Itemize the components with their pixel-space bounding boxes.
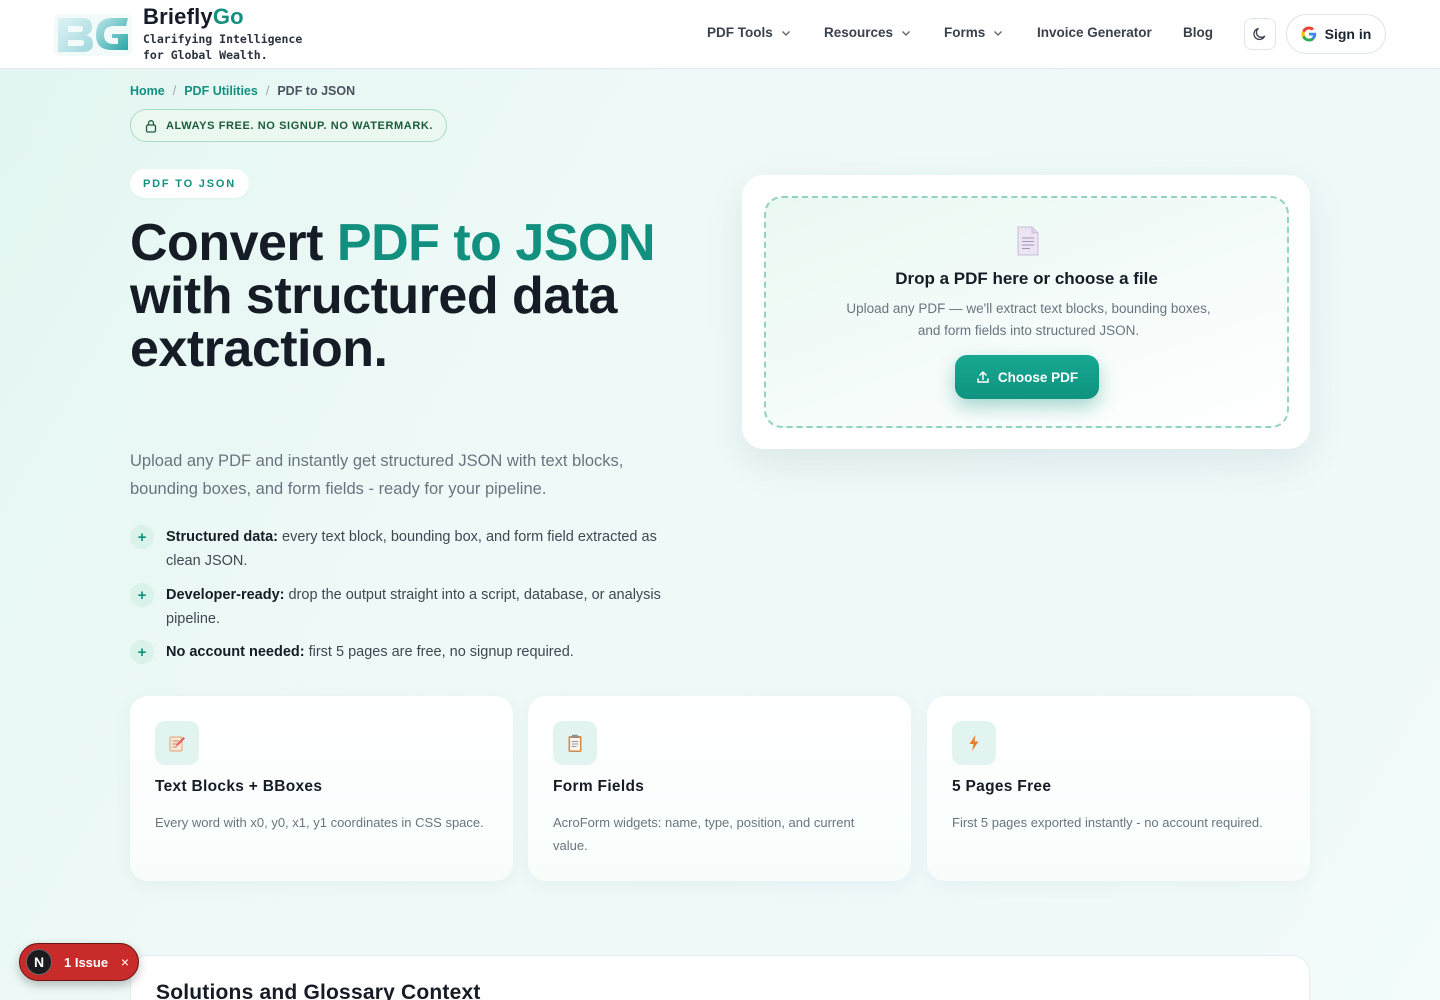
nav-invoice-generator[interactable]: Invoice Generator xyxy=(1037,25,1152,40)
brand-name: BrieflyGo xyxy=(143,4,244,29)
feature-card-form-fields: Form Fields AcroForm widgets: name, type… xyxy=(528,696,911,881)
chevron-down-icon xyxy=(902,30,911,36)
card-title: Text Blocks + BBoxes xyxy=(155,778,323,795)
nav-forms[interactable]: Forms xyxy=(944,25,1003,40)
hero-subtitle: Upload any PDF and instantly get structu… xyxy=(130,452,624,498)
feature-item: + Developer-ready: drop the output strai… xyxy=(130,583,690,631)
card-description: First 5 pages exported instantly - no ac… xyxy=(952,815,1263,830)
chevron-down-icon xyxy=(781,30,790,36)
breadcrumb-separator: / xyxy=(265,84,270,98)
solutions-section: Solutions and Glossary Context xyxy=(130,955,1310,1000)
google-icon xyxy=(1301,26,1316,42)
pdf-drop-zone[interactable]: Drop a PDF here or choose a file Upload … xyxy=(764,196,1289,428)
upload-card: Drop a PDF here or choose a file Upload … xyxy=(742,175,1310,449)
framework-logo-icon: N xyxy=(26,949,52,975)
breadcrumb-separator: / xyxy=(172,84,177,98)
choose-pdf-button[interactable]: Choose PDF xyxy=(955,355,1099,399)
lightning-icon xyxy=(952,721,996,765)
breadcrumb-current: PDF to JSON xyxy=(277,84,356,98)
nav-pdf-tools[interactable]: PDF Tools xyxy=(707,25,791,40)
free-badge: ALWAYS FREE. NO SIGNUP. NO WATERMARK. xyxy=(130,109,448,142)
nav-resources[interactable]: Resources xyxy=(824,25,911,40)
memo-icon xyxy=(155,721,199,765)
nav-blog[interactable]: Blog xyxy=(1183,25,1213,40)
issues-count[interactable]: 1 Issue xyxy=(64,955,108,970)
document-icon xyxy=(1017,226,1039,256)
feature-item: + Structured data: every text block, bou… xyxy=(130,525,690,573)
drop-zone-description: Upload any PDF — we'll extract text bloc… xyxy=(846,301,1211,338)
breadcrumb-pdf-utilities[interactable]: PDF Utilities xyxy=(184,84,258,98)
site-header: BrieflyGo Clarifying Intelligence for Gl… xyxy=(0,0,1440,69)
brand[interactable]: BrieflyGo Clarifying Intelligence for Gl… xyxy=(143,4,302,63)
theme-toggle-button[interactable] xyxy=(1244,18,1276,50)
sign-in-button[interactable]: Sign in xyxy=(1286,14,1386,54)
breadcrumb: Home / PDF Utilities / PDF to JSON xyxy=(130,84,355,98)
plus-icon: + xyxy=(130,583,154,607)
plus-icon: + xyxy=(130,525,154,549)
tool-badge: PDF TO JSON xyxy=(130,169,249,198)
brand-tagline: Clarifying Intelligence for Global Wealt… xyxy=(143,32,303,62)
card-title: Form Fields xyxy=(553,778,645,795)
clipboard-icon xyxy=(553,721,597,765)
feature-item: + No account needed: first 5 pages are f… xyxy=(130,640,690,664)
card-title: 5 Pages Free xyxy=(952,778,1052,795)
plus-icon: + xyxy=(130,640,154,664)
close-icon[interactable]: × xyxy=(116,953,134,971)
brand-logo-icon[interactable] xyxy=(52,10,134,58)
breadcrumb-home[interactable]: Home xyxy=(130,84,165,98)
issues-badge[interactable]: N 1 Issue × xyxy=(19,943,139,981)
page-title: Convert PDF to JSON with structured data… xyxy=(130,214,656,378)
lock-icon xyxy=(145,119,157,133)
feature-card-text-blocks: Text Blocks + BBoxes Every word with x0,… xyxy=(130,696,513,881)
card-description: AcroForm widgets: name, type, position, … xyxy=(553,815,855,853)
feature-card-pages-free: 5 Pages Free First 5 pages exported inst… xyxy=(927,696,1310,881)
chevron-down-icon xyxy=(994,30,1003,36)
moon-icon xyxy=(1253,27,1266,41)
section-title: Solutions and Glossary Context xyxy=(156,981,481,1000)
upload-icon xyxy=(977,371,989,383)
drop-zone-title: Drop a PDF here or choose a file xyxy=(895,269,1158,288)
card-description: Every word with x0, y0, x1, y1 coordinat… xyxy=(155,815,484,830)
